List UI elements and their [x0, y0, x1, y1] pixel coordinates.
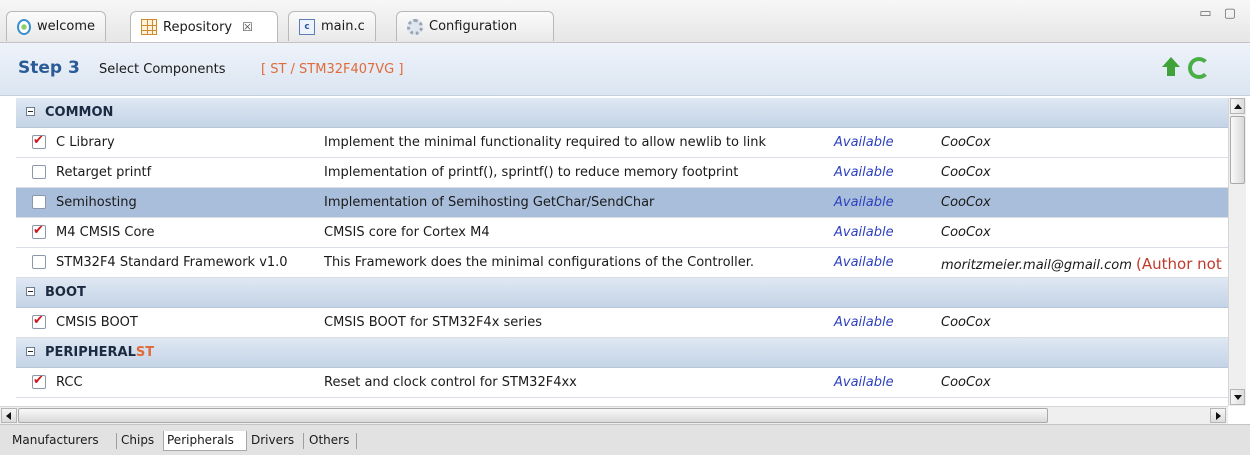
tab-manufacturers[interactable]: Manufacturers — [12, 431, 99, 451]
group-label: COMMON — [45, 105, 114, 120]
gear-icon — [407, 18, 423, 35]
author-email: moritzmeier.mail@gmail.com — [941, 258, 1132, 273]
component-description: Implementation of printf(), sprintf() to… — [324, 165, 739, 180]
arrow-up-icon — [1234, 104, 1242, 109]
arrow-down-icon — [1234, 395, 1242, 400]
tab-label: Repository — [163, 19, 233, 35]
group-label: BOOT — [45, 285, 86, 300]
component-description: CMSIS core for Cortex M4 — [324, 225, 490, 240]
collapse-icon[interactable] — [26, 287, 35, 296]
tab-separator — [356, 433, 357, 449]
component-author: CooCox — [941, 165, 991, 180]
table-row[interactable]: C Library Implement the minimal function… — [16, 128, 1228, 158]
component-checkbox[interactable] — [32, 373, 46, 389]
component-description: This Framework does the minimal configur… — [324, 255, 755, 270]
component-author: CooCox — [941, 225, 991, 240]
tab-repository[interactable]: Repository ☒ — [130, 11, 278, 42]
bottom-tab-bar: Manufacturers Chips Peripherals Drivers … — [0, 424, 1250, 455]
component-author: CooCox — [941, 315, 991, 330]
tab-drivers[interactable]: Drivers — [251, 431, 294, 451]
vertical-scrollbar[interactable] — [1228, 98, 1246, 406]
component-status: Available — [834, 375, 894, 390]
component-name: Semihosting — [56, 195, 137, 210]
component-name: CMSIS BOOT — [56, 315, 138, 330]
component-status: Available — [834, 315, 894, 330]
scroll-up-button[interactable] — [1230, 98, 1245, 114]
component-checkbox[interactable] — [32, 313, 46, 329]
component-checkbox[interactable] — [32, 165, 46, 179]
tab-main-c[interactable]: c main.c — [288, 11, 376, 41]
component-author: CooCox — [941, 135, 991, 150]
component-name: C Library — [56, 135, 115, 150]
chip-label: [ ST / STM32F407VG ] — [261, 62, 404, 77]
component-author: CooCox — [941, 375, 991, 390]
component-description: CMSIS BOOT for STM32F4x series — [324, 315, 543, 330]
components-table: COMMON C Library Implement the minimal f… — [16, 98, 1228, 406]
editor-tab-bar: welcome Repository ☒ c main.c Configurat… — [0, 0, 1250, 43]
step-subtitle: Select Components — [99, 62, 226, 77]
c-file-icon: c — [299, 18, 315, 35]
window-controls[interactable]: ▭ ▢ — [1199, 6, 1240, 21]
group-vendor-suffix: ST — [135, 345, 155, 360]
tab-others[interactable]: Others — [309, 431, 349, 451]
author-note: (Author not — [1136, 255, 1222, 273]
component-checkbox[interactable] — [32, 223, 46, 239]
component-checkbox[interactable] — [32, 195, 46, 209]
component-status: Available — [834, 135, 894, 150]
wizard-header: Step 3 Select Components [ ST / STM32F40… — [0, 43, 1250, 96]
component-status: Available — [834, 165, 894, 180]
group-row-common[interactable]: COMMON — [16, 98, 1228, 128]
repository-grid-icon — [141, 19, 157, 35]
horizontal-scrollbar[interactable] — [0, 406, 1228, 424]
table-row[interactable]: M4 CMSIS Core CMSIS core for Cortex M4 A… — [16, 218, 1228, 248]
tab-label: Configuration — [429, 19, 518, 34]
arrow-left-icon — [6, 412, 11, 420]
welcome-icon — [17, 18, 31, 35]
refresh-icon[interactable] — [1188, 57, 1210, 79]
scroll-left-button[interactable] — [1, 408, 17, 423]
component-status: Available — [834, 255, 894, 270]
group-row-boot[interactable]: BOOT — [16, 278, 1228, 308]
component-name: STM32F4 Standard Framework v1.0 — [56, 255, 288, 270]
component-name: RCC — [56, 375, 83, 390]
tab-separator — [116, 433, 117, 449]
component-name: Retarget printf — [56, 165, 152, 180]
scroll-right-button[interactable] — [1210, 408, 1226, 423]
component-name: M4 CMSIS Core — [56, 225, 155, 240]
tab-label: main.c — [321, 19, 365, 34]
tab-separator — [303, 433, 304, 449]
component-description: Implementation of Semihosting GetChar/Se… — [324, 195, 655, 210]
table-row[interactable]: Retarget printf Implementation of printf… — [16, 158, 1228, 188]
table-row-selected[interactable]: Semihosting Implementation of Semihostin… — [16, 188, 1228, 218]
step-title: Step 3 — [18, 58, 80, 78]
table-row[interactable]: STM32F4 Standard Framework v1.0 This Fra… — [16, 248, 1228, 278]
collapse-icon[interactable] — [26, 347, 35, 356]
horizontal-scroll-thumb[interactable] — [18, 408, 1048, 423]
table-row[interactable]: RCC Reset and clock control for STM32F4x… — [16, 368, 1228, 398]
component-status: Available — [834, 195, 894, 210]
component-description: Reset and clock control for STM32F4xx — [324, 375, 577, 390]
component-author: CooCox — [941, 195, 991, 210]
scroll-down-button[interactable] — [1230, 389, 1245, 405]
tab-configuration[interactable]: Configuration — [396, 11, 554, 41]
table-gutter — [0, 98, 16, 406]
tab-welcome[interactable]: welcome — [6, 11, 106, 41]
group-label: PERIPHERALST — [45, 345, 155, 360]
collapse-icon[interactable] — [26, 107, 35, 116]
component-checkbox[interactable] — [32, 133, 46, 149]
tab-peripherals[interactable]: Peripherals — [163, 431, 247, 451]
component-status: Available — [834, 225, 894, 240]
arrow-right-icon — [1216, 412, 1221, 420]
group-row-peripheral[interactable]: PERIPHERALST — [16, 338, 1228, 368]
component-description: Implement the minimal functionality requ… — [324, 135, 767, 150]
close-tab-icon[interactable]: ☒ — [242, 20, 253, 34]
table-row[interactable]: CMSIS BOOT CMSIS BOOT for STM32F4x serie… — [16, 308, 1228, 338]
component-checkbox[interactable] — [32, 255, 46, 269]
tab-label: welcome — [36, 19, 95, 34]
upload-arrow-icon[interactable] — [1160, 57, 1182, 79]
vertical-scroll-thumb[interactable] — [1230, 116, 1245, 184]
tab-chips[interactable]: Chips — [121, 431, 154, 451]
component-author: moritzmeier.mail@gmail.com (Author not — [941, 255, 1222, 273]
